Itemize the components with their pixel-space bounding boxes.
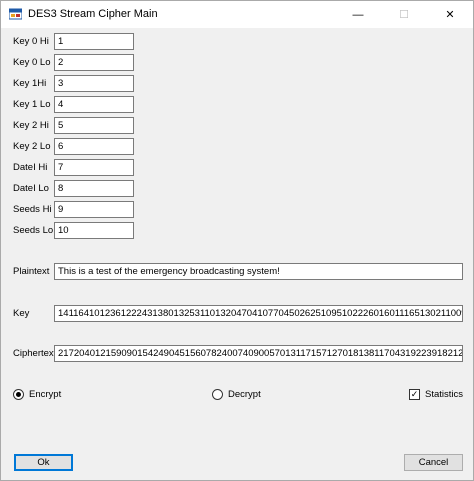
ciphertext-label: Ciphertext: [13, 348, 57, 359]
key1-hi-label: Key 1Hi: [13, 78, 47, 89]
window-title: DES3 Stream Cipher Main: [28, 8, 158, 20]
seeds-lo-label: Seeds Lo: [13, 225, 54, 236]
key1-lo-label: Key 1 Lo: [13, 99, 51, 110]
key2-hi-input[interactable]: 5: [54, 117, 134, 134]
app-icon: [9, 8, 22, 20]
seeds-lo-input[interactable]: 10: [54, 222, 134, 239]
datei-hi-input[interactable]: 7: [54, 159, 134, 176]
decrypt-radio[interactable]: Decrypt: [212, 389, 261, 400]
seeds-hi-input[interactable]: 9: [54, 201, 134, 218]
seeds-hi-label: Seeds Hi: [13, 204, 52, 215]
datei-lo-input[interactable]: 8: [54, 180, 134, 197]
checkmark-icon: ✓: [409, 389, 420, 400]
client-area: Key 0 Hi 1 Key 0 Lo 2 Key 1Hi 3 Key 1 Lo…: [1, 28, 473, 480]
encrypt-radio-label: Encrypt: [29, 389, 62, 400]
key2-lo-label: Key 2 Lo: [13, 141, 51, 152]
datei-hi-label: DateI Hi: [13, 162, 48, 173]
key2-hi-label: Key 2 Hi: [13, 120, 49, 131]
key1-lo-input[interactable]: 4: [54, 96, 134, 113]
decrypt-radio-indicator: [212, 389, 223, 400]
ok-button[interactable]: Ok: [14, 454, 73, 471]
key2-lo-input[interactable]: 6: [54, 138, 134, 155]
minimize-button[interactable]: —: [335, 1, 381, 28]
key0-lo-input[interactable]: 2: [54, 54, 134, 71]
maximize-icon: ☐: [399, 9, 409, 21]
key0-hi-input[interactable]: 1: [54, 33, 134, 50]
datei-lo-label: DateI Lo: [13, 183, 49, 194]
title-bar[interactable]: DES3 Stream Cipher Main — ☐ ✕: [1, 1, 473, 28]
maximize-button[interactable]: ☐: [381, 1, 427, 28]
close-button[interactable]: ✕: [427, 1, 473, 28]
close-icon: ✕: [445, 9, 455, 21]
key-input[interactable]: 1411641012361222431380132531101320470410…: [54, 305, 463, 322]
encrypt-radio[interactable]: Encrypt: [13, 389, 61, 400]
statistics-checkbox-label: Statistics: [425, 389, 464, 400]
key-label: Key: [13, 308, 30, 319]
cancel-button[interactable]: Cancel: [404, 454, 463, 471]
key0-hi-label: Key 0 Hi: [13, 36, 49, 47]
statistics-checkbox[interactable]: ✓ Statistics: [409, 389, 463, 400]
key0-lo-label: Key 0 Lo: [13, 57, 51, 68]
plaintext-input[interactable]: This is a test of the emergency broadcas…: [54, 263, 463, 280]
key1-hi-input[interactable]: 3: [54, 75, 134, 92]
plaintext-label: Plaintext: [13, 266, 50, 277]
minimize-icon: —: [352, 8, 364, 21]
decrypt-radio-label: Decrypt: [228, 389, 261, 400]
encrypt-radio-indicator: [13, 389, 24, 400]
main-window: DES3 Stream Cipher Main — ☐ ✕ Key 0 Hi 1…: [0, 0, 474, 481]
ciphertext-input[interactable]: 2172040121590901542490451560782400740900…: [54, 345, 463, 362]
